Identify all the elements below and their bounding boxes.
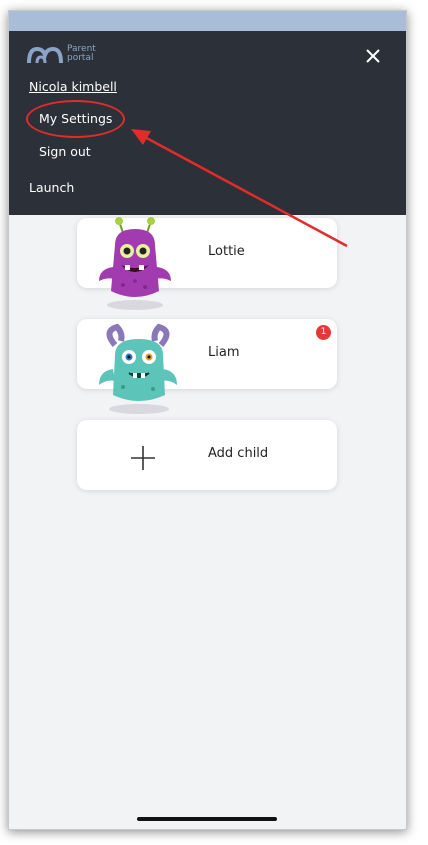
logo-text-line-2: portal	[67, 53, 94, 63]
menu-item-launch[interactable]: Launch	[29, 180, 74, 195]
logo-text: Parent portal	[67, 45, 96, 63]
menu-item-sign-out[interactable]: Sign out	[39, 144, 91, 159]
notification-badge: 1	[316, 325, 331, 340]
close-menu-button[interactable]	[360, 43, 386, 69]
add-child-card[interactable]: Add child	[77, 420, 337, 490]
logo-icon	[27, 46, 63, 64]
child-name: Liam	[208, 345, 240, 360]
user-name-link[interactable]: Nicola kimbell	[29, 79, 117, 94]
close-icon	[366, 49, 380, 63]
parent-portal-logo[interactable]: Parent portal	[27, 45, 127, 69]
home-indicator[interactable]	[137, 817, 277, 821]
child-name: Lottie	[208, 244, 245, 259]
highlight-circle	[26, 100, 125, 138]
nav-menu-panel: Parent portal Nicola kimbell My Settings…	[9, 31, 406, 215]
teal-monster-icon	[99, 323, 177, 414]
add-child-label: Add child	[208, 446, 269, 461]
plus-icon	[131, 446, 155, 470]
app-screen: Parent portal Nicola kimbell My Settings…	[8, 10, 407, 830]
purple-monster-icon	[99, 217, 171, 310]
status-bar	[9, 11, 406, 31]
